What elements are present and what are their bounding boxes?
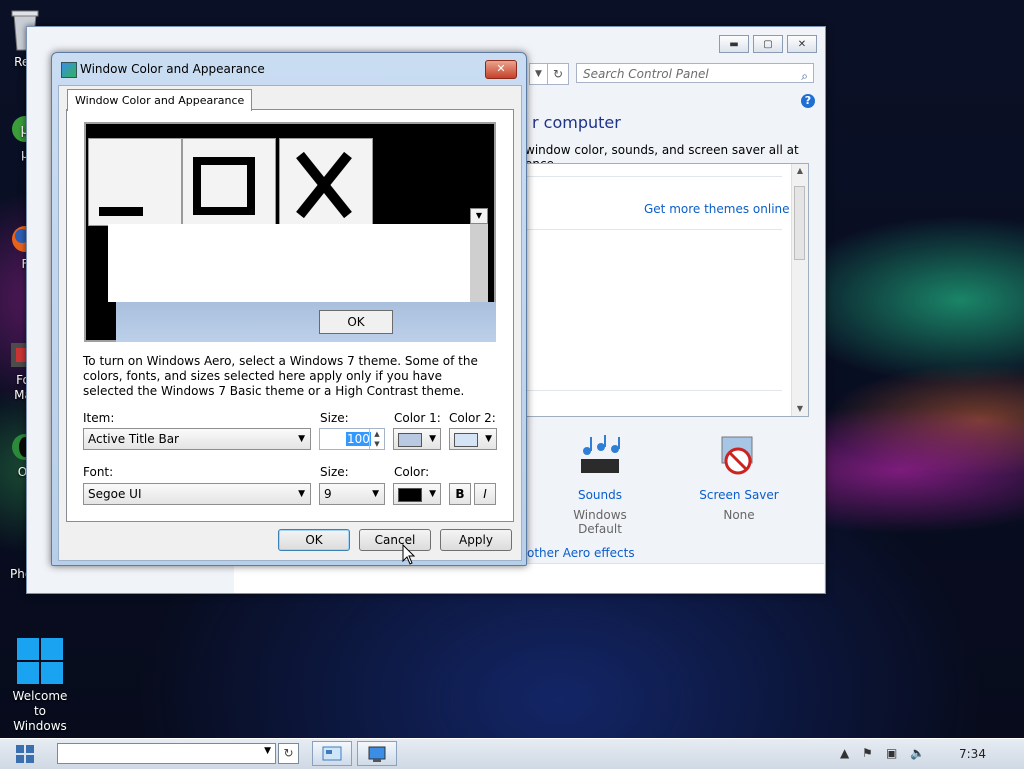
welcome-windows-shortcut[interactable]: Welcome to Windows ... xyxy=(6,636,74,749)
theme-divider xyxy=(524,229,782,230)
theme-divider xyxy=(524,390,782,391)
font-color-swatch xyxy=(398,488,422,502)
color1-label: Color 1: xyxy=(394,411,441,425)
color2-picker[interactable]: ▼ xyxy=(449,428,497,450)
chevron-down-icon: ▼ xyxy=(372,489,379,499)
bottom-panel xyxy=(234,563,824,593)
preview-ok-button: OK xyxy=(319,310,393,334)
chevron-down-icon[interactable]: ▼ xyxy=(264,746,271,756)
bold-toggle[interactable]: B xyxy=(449,483,471,505)
size-stepper[interactable]: 100 ▲ ▼ xyxy=(319,428,385,450)
sounds-option[interactable]: Sounds Windows Default xyxy=(555,435,645,536)
sounds-link[interactable]: Sounds xyxy=(555,488,645,502)
theme-divider xyxy=(524,176,782,177)
font-select-value: Segoe UI xyxy=(88,487,142,501)
help-icon[interactable]: ? xyxy=(801,94,815,108)
window-color-dialog: Window Color and Appearance ✕ Window Col… xyxy=(51,52,527,566)
taskbar-refresh-icon[interactable]: ↻ xyxy=(278,743,299,764)
dialog-client-area: Window Color and Appearance ▼ OK To turn… xyxy=(58,85,522,561)
sounds-value: Windows Default xyxy=(573,508,627,536)
window-color-icon xyxy=(368,746,386,762)
chevron-down-icon: ▼ xyxy=(298,489,305,499)
color2-swatch xyxy=(454,433,478,447)
apply-button[interactable]: Apply xyxy=(440,529,512,551)
volume-muted-icon[interactable]: 🔈 xyxy=(910,746,925,760)
action-center-flag-icon[interactable]: ⚑ xyxy=(862,746,873,760)
appearance-preview[interactable]: ▼ OK xyxy=(84,122,496,342)
search-placeholder: Search Control Panel xyxy=(583,67,709,81)
get-more-themes-link[interactable]: Get more themes online xyxy=(644,202,790,216)
item-select-value: Active Title Bar xyxy=(88,432,179,446)
search-input[interactable]: Search Control Panel ⌕ xyxy=(576,63,814,83)
taskbar-window-color[interactable] xyxy=(357,741,397,766)
welcome-windows-label-1: Welcome to xyxy=(12,689,68,718)
taskbar-address-input[interactable]: ▼ xyxy=(57,743,276,764)
control-panel-icon xyxy=(322,746,342,761)
screen-saver-icon xyxy=(721,436,753,475)
window-controls: ▬ ▢ ✕ xyxy=(719,35,817,53)
color2-label: Color 2: xyxy=(449,411,496,425)
chevron-down-icon: ▼ xyxy=(485,434,492,444)
item-label: Item: xyxy=(83,411,115,425)
scroll-up-icon[interactable]: ▲ xyxy=(792,164,808,178)
cancel-button[interactable]: Cancel xyxy=(359,529,431,551)
aero-info-text: To turn on Windows Aero, select a Window… xyxy=(83,354,478,398)
sounds-icon xyxy=(581,435,620,473)
screen-saver-option[interactable]: Screen Saver None xyxy=(697,435,781,522)
scroll-down-icon[interactable]: ▼ xyxy=(792,402,808,416)
search-icon[interactable]: ⌕ xyxy=(801,66,808,86)
tab-window-color-appearance[interactable]: Window Color and Appearance xyxy=(67,89,253,111)
refresh-icon[interactable]: ↻ xyxy=(547,63,569,85)
dialog-title: Window Color and Appearance xyxy=(80,62,265,76)
preview-close-icon xyxy=(279,138,373,226)
font-size-label: Size: xyxy=(320,465,349,479)
size-value: 100 xyxy=(346,432,371,446)
screen-saver-link[interactable]: Screen Saver xyxy=(697,488,781,502)
size-label: Size: xyxy=(320,411,349,425)
start-button[interactable] xyxy=(16,745,34,763)
taskbar-control-panel[interactable] xyxy=(312,741,352,766)
chevron-down-icon: ▼ xyxy=(298,434,305,444)
tab-panel: ▼ OK To turn on Windows Aero, select a W… xyxy=(66,109,514,522)
preview-maximize-icon xyxy=(182,138,276,226)
color1-picker[interactable]: ▼ xyxy=(393,428,441,450)
ok-button[interactable]: OK xyxy=(278,529,350,551)
font-color-label: Color: xyxy=(394,465,430,479)
font-label: Font: xyxy=(83,465,114,479)
spin-arrows-icon[interactable]: ▲ ▼ xyxy=(369,429,384,449)
maximize-button[interactable]: ▢ xyxy=(753,35,783,53)
chevron-down-icon: ▼ xyxy=(429,434,436,444)
network-error-icon[interactable]: ▣ xyxy=(886,746,897,760)
preview-message-bar: OK xyxy=(116,302,496,342)
preview-window-body xyxy=(108,224,472,302)
italic-toggle[interactable]: I xyxy=(474,483,496,505)
preview-dropdown-icon: ▼ xyxy=(470,208,488,224)
font-size-value: 9 xyxy=(324,487,332,501)
show-hidden-icons[interactable]: ▲ xyxy=(840,746,849,760)
aero-effects-link[interactable]: other Aero effects xyxy=(527,546,635,560)
font-select[interactable]: Segoe UI ▼ xyxy=(83,483,311,505)
mouse-cursor-icon xyxy=(402,544,416,565)
font-color-picker[interactable]: ▼ xyxy=(393,483,441,505)
scroll-thumb[interactable] xyxy=(794,186,805,260)
page-heading: r computer xyxy=(532,113,621,132)
dialog-close-button[interactable]: ✕ xyxy=(485,60,517,79)
address-dropdown-button[interactable]: ▼ xyxy=(529,63,548,85)
item-select[interactable]: Active Title Bar ▼ xyxy=(83,428,311,450)
font-size-select[interactable]: 9 ▼ xyxy=(319,483,385,505)
minimize-button[interactable]: ▬ xyxy=(719,35,749,53)
color1-swatch xyxy=(398,433,422,447)
preview-minimize-icon xyxy=(88,138,182,226)
preview-scrollbar xyxy=(470,224,488,302)
theme-list-scrollbar[interactable]: ▲ ▼ xyxy=(791,164,808,416)
screen-saver-value: None xyxy=(723,508,755,522)
dialog-app-icon xyxy=(61,62,77,78)
taskbar-clock[interactable]: 7:34 xyxy=(959,747,986,761)
theme-list[interactable]: Get more themes online ▲ ▼ xyxy=(523,163,809,417)
close-button[interactable]: ✕ xyxy=(787,35,817,53)
chevron-down-icon: ▼ xyxy=(429,489,436,499)
taskbar: ▼ ↻ ▲ ⚑ ▣ 🔈 7:34 xyxy=(0,738,1024,769)
windows-logo-icon xyxy=(17,638,63,684)
